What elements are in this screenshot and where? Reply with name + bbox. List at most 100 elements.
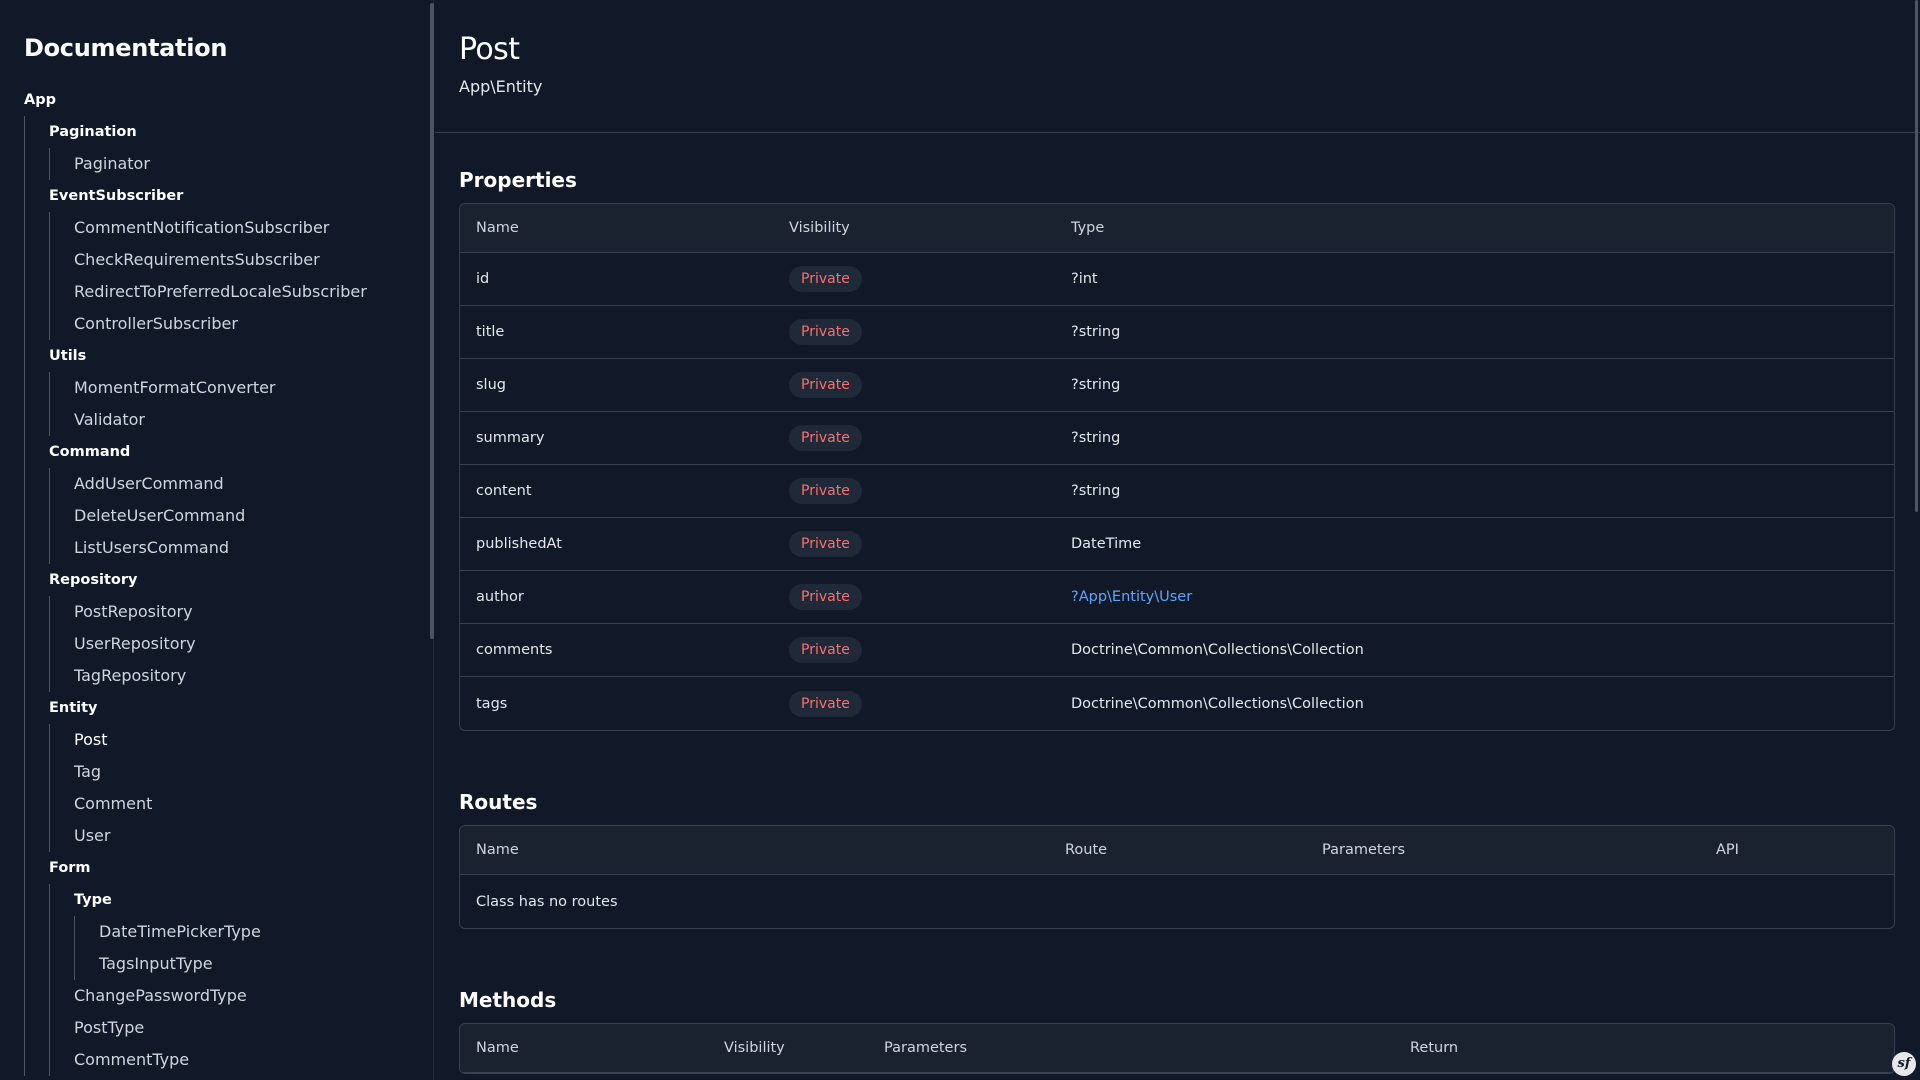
property-name: content bbox=[460, 465, 773, 518]
nav-group-command[interactable]: Command bbox=[49, 436, 433, 468]
property-name: slug bbox=[460, 359, 773, 412]
nav-item-checkrequirementssubscriber[interactable]: CheckRequirementsSubscriber bbox=[74, 244, 433, 276]
property-visibility-cell: Private bbox=[773, 412, 1055, 465]
nav-item-posttype[interactable]: PostType bbox=[74, 1012, 433, 1044]
property-type: Doctrine\Common\Collections\Collection bbox=[1071, 695, 1364, 712]
property-name: tags bbox=[476, 695, 508, 712]
table-row: comments Private Doctrine\Common\Collect… bbox=[460, 624, 1894, 677]
nav-group-repository-children: PostRepository UserRepository TagReposit… bbox=[49, 596, 433, 692]
property-visibility-cell: Private bbox=[773, 306, 1055, 359]
nav-group-app[interactable]: App bbox=[24, 84, 433, 116]
methods-col-return: Return bbox=[1394, 1024, 1894, 1073]
visibility-badge: Private bbox=[789, 266, 862, 292]
routes-table: Name Route Parameters API Class has no r… bbox=[459, 825, 1895, 929]
nav-group-eventsubscriber[interactable]: EventSubscriber bbox=[49, 180, 433, 212]
nav-item-validator[interactable]: Validator bbox=[74, 404, 433, 436]
type-link-user[interactable]: ?App\Entity\User bbox=[1071, 589, 1192, 605]
table-row: title Private ?string bbox=[460, 306, 1894, 359]
table-row: tags Private Doctrine\Common\Collections… bbox=[460, 677, 1894, 730]
property-name: title bbox=[460, 306, 773, 359]
property-visibility-cell: Private bbox=[773, 571, 1055, 624]
routes-col-route: Route bbox=[1049, 826, 1306, 875]
property-type-cell: ?App\Entity\User bbox=[1055, 571, 1894, 624]
table-row: Class has no routes bbox=[460, 875, 1894, 928]
nav-item-deleteusercommand[interactable]: DeleteUserCommand bbox=[74, 500, 433, 532]
property-type: ?string bbox=[1055, 359, 1894, 412]
nav-group-utils-children: MomentFormatConverter Validator bbox=[49, 372, 433, 436]
symfony-icon[interactable]: sf bbox=[1892, 1052, 1916, 1076]
nav-group-eventsubscriber-children: CommentNotificationSubscriber CheckRequi… bbox=[49, 212, 433, 340]
property-name: comments bbox=[460, 624, 773, 677]
visibility-badge: Private bbox=[789, 319, 862, 345]
properties-col-visibility: Visibility bbox=[773, 204, 1055, 253]
nav-group-repository[interactable]: Repository bbox=[49, 564, 433, 596]
property-visibility-cell: Private bbox=[773, 465, 1055, 518]
properties-col-type: Type bbox=[1055, 204, 1894, 253]
nav-group-form-children: Type DateTimePickerType TagsInputType Ch… bbox=[49, 884, 433, 1076]
properties-col-name: Name bbox=[460, 204, 773, 253]
nav-item-changepasswordtype[interactable]: ChangePasswordType bbox=[74, 980, 433, 1012]
property-visibility-cell: Private bbox=[773, 518, 1055, 571]
visibility-badge: Private bbox=[789, 637, 862, 663]
nav-item-redirecttopreferredlocalesubscriber[interactable]: RedirectToPreferredLocaleSubscriber bbox=[74, 276, 433, 308]
sidebar: Documentation App Pagination Paginator E… bbox=[0, 0, 434, 1080]
nav-group-pagination[interactable]: Pagination bbox=[49, 116, 433, 148]
nav-item-commenttype[interactable]: CommentType bbox=[74, 1044, 433, 1076]
methods-section: Methods Name Visibility Parameters Retur… bbox=[435, 929, 1920, 1074]
main-content: Post App\Entity Properties Name Visibili… bbox=[435, 0, 1920, 1080]
table-row: id Private ?int bbox=[460, 253, 1894, 306]
property-name: summary bbox=[460, 412, 773, 465]
nav-item-datetimepickertype[interactable]: DateTimePickerType bbox=[99, 916, 433, 948]
methods-col-visibility: Visibility bbox=[708, 1024, 868, 1073]
property-type: ?int bbox=[1055, 253, 1894, 306]
nav-item-tagsinputtype[interactable]: TagsInputType bbox=[99, 948, 433, 980]
nav-item-addusercommand[interactable]: AddUserCommand bbox=[74, 468, 433, 500]
nav-item-commentnotificationsubscriber[interactable]: CommentNotificationSubscriber bbox=[74, 212, 433, 244]
properties-section: Properties Name Visibility Type id Priva… bbox=[435, 133, 1920, 731]
visibility-badge: Private bbox=[789, 690, 862, 717]
property-name: author bbox=[460, 571, 773, 624]
nav-item-tag[interactable]: Tag bbox=[74, 756, 433, 788]
nav-group-utils[interactable]: Utils bbox=[49, 340, 433, 372]
nav-item-post[interactable]: Post bbox=[74, 724, 433, 756]
nav-item-paginator[interactable]: Paginator bbox=[74, 148, 433, 180]
property-type: DateTime bbox=[1055, 518, 1894, 571]
property-name: publishedAt bbox=[460, 518, 773, 571]
table-row: publishedAt Private DateTime bbox=[460, 518, 1894, 571]
nav-group-type[interactable]: Type bbox=[74, 884, 433, 916]
property-type: Doctrine\Common\Collections\Collection bbox=[1055, 624, 1894, 677]
property-type: ?string bbox=[1055, 306, 1894, 359]
visibility-badge: Private bbox=[789, 372, 862, 398]
properties-table: Name Visibility Type id Private ?int tit… bbox=[459, 203, 1895, 731]
nav-group-app-children: Pagination Paginator EventSubscriber Com… bbox=[24, 116, 433, 1076]
nav-item-user[interactable]: User bbox=[74, 820, 433, 852]
class-header: Post App\Entity bbox=[435, 0, 1920, 133]
property-type: ?string bbox=[1055, 412, 1894, 465]
nav-item-controllersubscriber[interactable]: ControllerSubscriber bbox=[74, 308, 433, 340]
sidebar-scrollbar[interactable] bbox=[430, 3, 434, 639]
nav-item-tagrepository[interactable]: TagRepository bbox=[74, 660, 433, 692]
nav-tree: App Pagination Paginator EventSubscriber… bbox=[24, 84, 433, 1076]
visibility-badge: Private bbox=[789, 584, 862, 610]
nav-item-momentformatconverter[interactable]: MomentFormatConverter bbox=[74, 372, 433, 404]
nav-group-entity-children: Post Tag Comment User bbox=[49, 724, 433, 852]
routes-empty-message: Class has no routes bbox=[476, 893, 618, 910]
nav-item-userrepository[interactable]: UserRepository bbox=[74, 628, 433, 660]
nav-group-entity[interactable]: Entity bbox=[49, 692, 433, 724]
property-type: ?string bbox=[1055, 465, 1894, 518]
nav-item-listuserscommand[interactable]: ListUsersCommand bbox=[74, 532, 433, 564]
main-scrollbar[interactable] bbox=[1915, 0, 1918, 512]
methods-heading: Methods bbox=[459, 988, 557, 1012]
nav-item-comment[interactable]: Comment bbox=[74, 788, 433, 820]
routes-col-api: API bbox=[1700, 826, 1894, 875]
visibility-badge: Private bbox=[789, 425, 862, 451]
property-visibility-cell: Private bbox=[773, 624, 1055, 677]
nav-group-command-children: AddUserCommand DeleteUserCommand ListUse… bbox=[49, 468, 433, 564]
routes-section: Routes Name Route Parameters API Class h… bbox=[435, 731, 1920, 929]
table-row: summary Private ?string bbox=[460, 412, 1894, 465]
class-title: Post bbox=[459, 32, 520, 67]
table-row: author Private ?App\Entity\User bbox=[460, 571, 1894, 624]
nav-group-form[interactable]: Form bbox=[49, 852, 433, 884]
nav-item-postrepository[interactable]: PostRepository bbox=[74, 596, 433, 628]
visibility-badge: Private bbox=[789, 478, 862, 504]
